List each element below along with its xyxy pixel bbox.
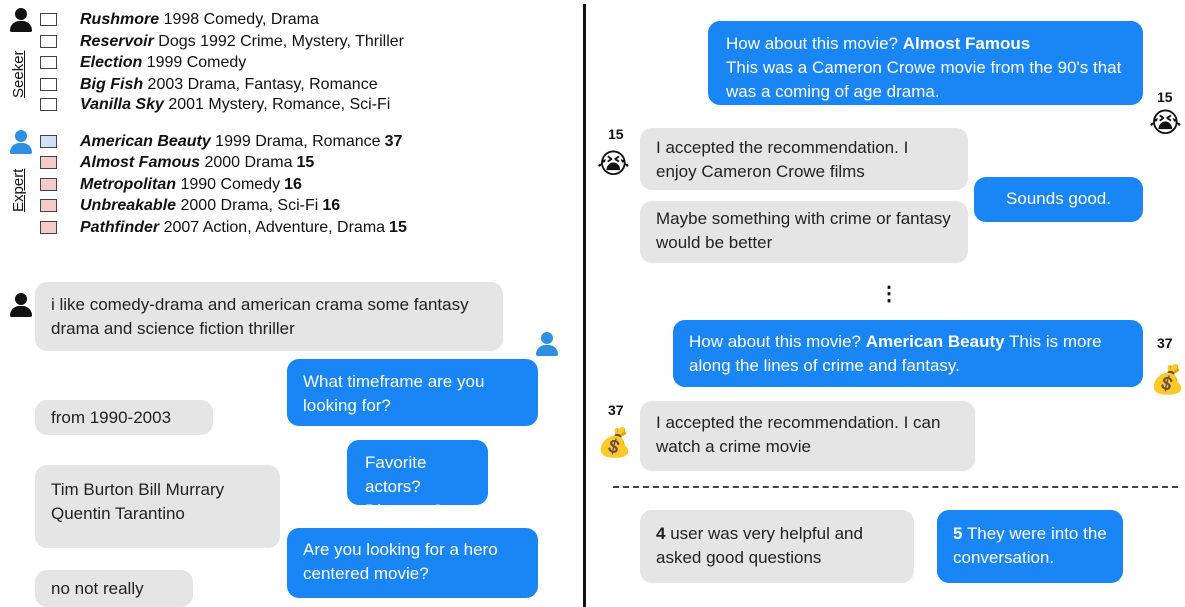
seeker-label: Seeker	[10, 50, 27, 98]
score-label: 37	[1157, 335, 1173, 351]
expert-rating: 5 They were into the conversation.	[937, 510, 1123, 583]
seeker-person-icon	[10, 8, 32, 32]
checkbox[interactable]	[40, 156, 57, 169]
seeker-movie-row: Rushmore 1998 Comedy, Drama	[40, 10, 319, 29]
expert-message: Are you looking for a hero centered movi…	[287, 528, 538, 598]
expert-recommendation: How about this movie? American Beauty Th…	[673, 320, 1143, 387]
checkbox[interactable]	[40, 199, 57, 212]
expert-person-icon	[10, 130, 32, 154]
seeker-movie-row: Big Fish 2003 Drama, Fantasy, Romance	[40, 75, 378, 94]
seeker-rating: 4 user was very helpful and asked good q…	[640, 510, 914, 583]
seeker-avatar-icon	[10, 293, 32, 317]
seeker-message: no not really	[35, 570, 193, 607]
seeker-message: from 1990-2003	[35, 400, 213, 435]
expert-movie-row: Almost Famous 2000 Drama 15	[40, 153, 314, 172]
score-label: 15	[608, 126, 624, 142]
seeker-movie-row: Reservoir Dogs 1992 Crime, Mystery, Thri…	[40, 32, 404, 51]
checkbox[interactable]	[40, 13, 57, 26]
score-label: 37	[608, 402, 624, 418]
expert-movie-row: Metropolitan 1990 Comedy 16	[40, 175, 302, 194]
expert-movie-row: Pathfinder 2007 Action, Adventure, Drama…	[40, 218, 407, 237]
checkbox[interactable]	[40, 178, 57, 191]
expert-message: Favorite actors? Directors?	[347, 440, 488, 520]
expert-movie-row: American Beauty 1999 Drama, Romance 37	[40, 132, 402, 151]
expert-movie-row: Unbreakable 2000 Drama, Sci-Fi 16	[40, 196, 340, 215]
expert-avatar-icon	[536, 332, 558, 356]
seeker-movie-row: Vanilla Sky 2001 Mystery, Romance, Sci-F…	[40, 95, 390, 114]
seeker-message: I accepted the recommendation. I can wat…	[640, 401, 975, 471]
checkbox[interactable]	[40, 35, 57, 48]
center-divider	[583, 4, 586, 607]
crying-face-icon: 😭	[597, 147, 630, 180]
checkbox[interactable]	[40, 56, 57, 69]
expert-recommendation: How about this movie? Almost Famous This …	[708, 21, 1143, 105]
seeker-message: Tim Burton Bill Murrary Quentin Tarantin…	[35, 465, 280, 548]
score-label: 15	[1157, 89, 1173, 105]
dashed-separator	[613, 486, 1178, 488]
money-bag-icon: 💰	[597, 426, 632, 459]
expert-message: Sounds good.	[974, 177, 1143, 222]
seeker-movie-row: Election 1999 Comedy	[40, 53, 246, 72]
crying-face-icon: 😭	[1149, 106, 1182, 139]
seeker-message: i like comedy-drama and american crama s…	[35, 282, 503, 351]
checkbox[interactable]	[40, 98, 57, 111]
expert-label: Expert	[10, 168, 27, 212]
checkbox[interactable]	[40, 221, 57, 234]
seeker-message: I accepted the recommendation. I enjoy C…	[640, 128, 968, 190]
expert-message: What timeframe are you looking for?	[287, 359, 538, 426]
seeker-message: Maybe something with crime or fantasy wo…	[640, 201, 968, 263]
checkbox[interactable]	[40, 135, 57, 148]
ellipsis-icon: ⋮	[879, 283, 899, 305]
money-bag-icon: 💰	[1150, 363, 1185, 396]
checkbox[interactable]	[40, 78, 57, 91]
